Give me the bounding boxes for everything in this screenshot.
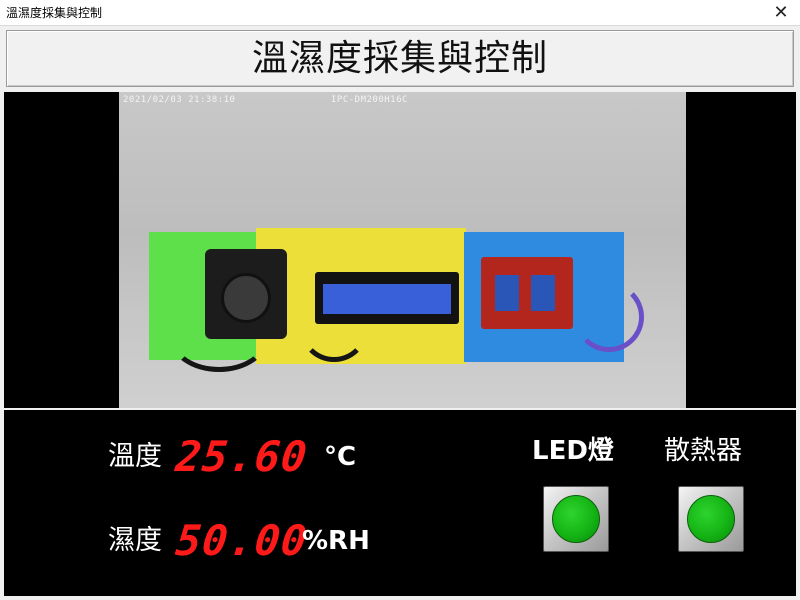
camera-name: IPC-DM200H16C	[331, 95, 408, 105]
temperature-unit: °C	[324, 442, 357, 472]
led-label: LED燈	[532, 436, 614, 466]
led-toggle-button[interactable]	[543, 486, 609, 552]
cable	[574, 282, 644, 352]
header-title-button[interactable]: 溫濕度採集與控制	[6, 30, 794, 87]
close-icon[interactable]: ✕	[770, 2, 792, 24]
temperature-value: 25.60	[173, 432, 311, 481]
camera-timestamp: 2021/02/03 21:38:10	[123, 95, 236, 105]
relay-block	[495, 275, 519, 311]
camera-panel: 2021/02/03 21:38:10 IPC-DM200H16C	[4, 92, 796, 408]
led-indicator-icon	[552, 495, 600, 543]
fan-toggle-button[interactable]	[678, 486, 744, 552]
page-title: 溫濕度採集與控制	[251, 38, 548, 79]
relay-module	[481, 257, 573, 329]
relay-block	[531, 275, 555, 311]
humidity-unit: %RH	[302, 526, 370, 556]
humidity-label: 濕度	[108, 525, 162, 556]
camera-feed: 2021/02/03 21:38:10 IPC-DM200H16C	[119, 92, 686, 408]
temperature-label: 溫度	[108, 441, 162, 472]
cable	[299, 292, 369, 362]
fan-indicator-icon	[687, 495, 735, 543]
data-panel: 溫度 25.60 °C 濕度 50.00 %RH LED燈 散熱器	[4, 410, 796, 596]
window-titlebar: 溫濕度採集與控制 ✕	[0, 0, 800, 26]
cable	[169, 302, 269, 372]
humidity-value: 50.00	[173, 516, 311, 565]
window-title: 溫濕度採集與控制	[6, 6, 103, 20]
fan-label: 散熱器	[664, 436, 743, 466]
